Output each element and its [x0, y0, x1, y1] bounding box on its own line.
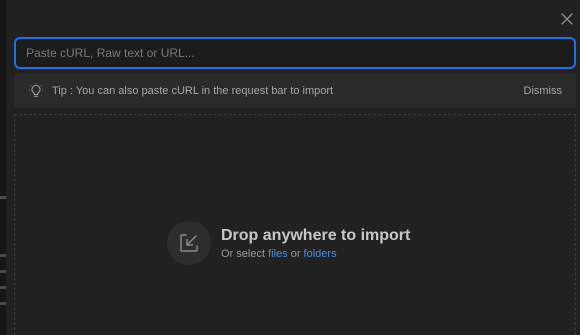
drop-subtitle-or: or — [290, 248, 301, 260]
close-button[interactable] — [558, 10, 576, 28]
drop-text-block: Drop anywhere to import Or select files … — [221, 226, 410, 260]
import-modal: Tip : You can also paste cURL in the req… — [6, 0, 580, 335]
lightbulb-icon — [28, 83, 44, 99]
select-folders-link[interactable]: folders — [304, 248, 337, 260]
import-input-wrapper[interactable] — [14, 37, 576, 69]
drop-subtitle: Or select files or folders — [221, 248, 410, 260]
tip-text: Tip : You can also paste cURL in the req… — [52, 84, 334, 97]
import-input[interactable] — [16, 39, 574, 67]
dismiss-button[interactable]: Dismiss — [518, 83, 569, 99]
select-files-link[interactable]: files — [268, 248, 288, 260]
close-icon[interactable] — [558, 10, 576, 28]
drop-prompt: Drop anywhere to import Or select files … — [167, 221, 410, 265]
tip-bar: Tip : You can also paste cURL in the req… — [14, 73, 576, 108]
drop-subtitle-prefix: Or select — [221, 248, 266, 260]
drop-title: Drop anywhere to import — [221, 227, 411, 244]
import-icon — [167, 221, 211, 265]
drop-zone[interactable]: Drop anywhere to import Or select files … — [14, 114, 576, 335]
